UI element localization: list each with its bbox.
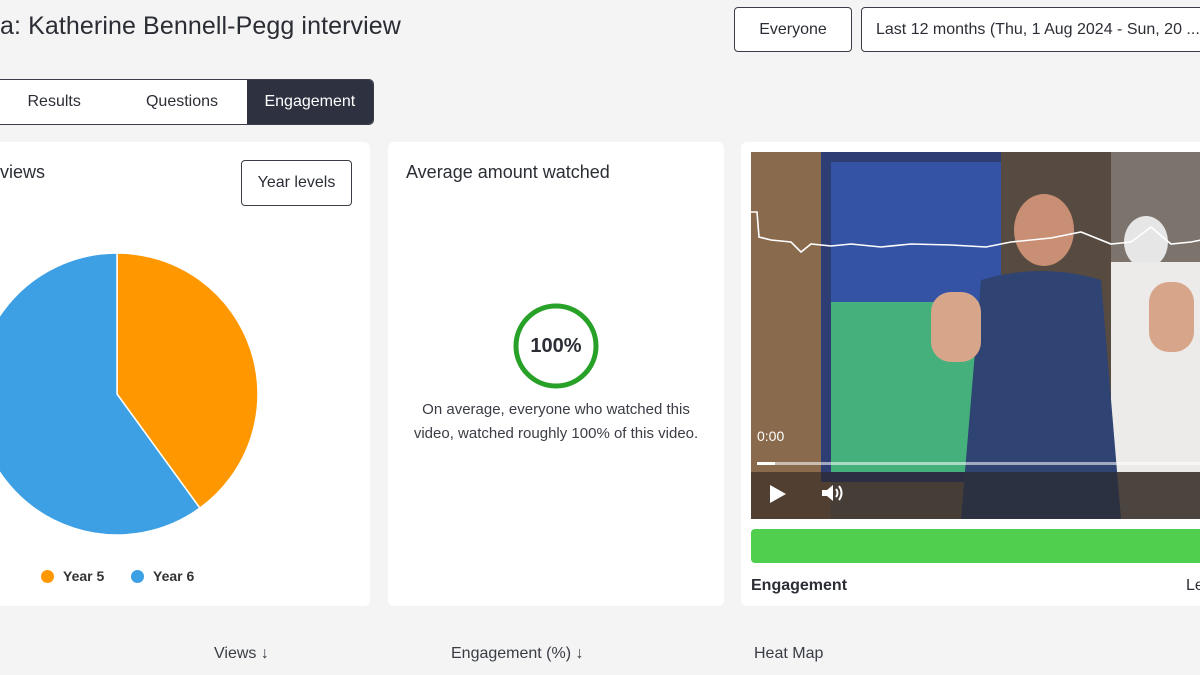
legend-label-truncated: Le (1186, 577, 1200, 594)
play-icon[interactable] (769, 484, 787, 504)
date-range-button[interactable]: Last 12 months (Thu, 1 Aug 2024 - Sun, 2… (861, 7, 1200, 52)
legend-year-6[interactable]: Year 6 (131, 568, 194, 584)
legend-dot-year-6 (131, 569, 144, 583)
video-progress-fill (757, 462, 776, 465)
average-watched-description: On average, everyone who watched this vi… (413, 401, 699, 442)
audience-filter-button[interactable]: Everyone (734, 7, 852, 52)
legend-dot-year-5 (41, 569, 54, 583)
average-watched-card: Average amount watched 100% On average, … (388, 142, 724, 606)
legend-label-year-5: Year 5 (63, 568, 105, 584)
tab-questions[interactable]: Questions (117, 80, 246, 124)
year-levels-button[interactable]: Year levels (241, 160, 352, 206)
volume-icon[interactable] (821, 483, 845, 503)
views-pie-chart (0, 252, 259, 536)
legend-year-5[interactable]: Year 5 (41, 568, 104, 584)
views-card-title: views (0, 162, 46, 182)
report-tabs: Results Questions Engagement (0, 79, 374, 125)
average-watched-title: Average amount watched (406, 162, 610, 182)
percent-label: 100% (530, 334, 582, 357)
engagement-label: Engagement (751, 577, 848, 594)
column-header-engagement[interactable]: Engagement (%) ↓ (451, 645, 584, 663)
tab-results[interactable]: Results (0, 80, 117, 124)
legend-label-year-6: Year 6 (153, 568, 195, 584)
video-player[interactable]: 0:00 (751, 152, 1200, 519)
engagement-heat-bar (751, 529, 1200, 563)
views-card: views Year levels Year 5 Year 6 (0, 142, 370, 606)
video-progress-bar[interactable] (757, 462, 1200, 465)
tab-engagement[interactable]: Engagement (246, 80, 373, 124)
column-header-views[interactable]: Views ↓ (214, 645, 269, 663)
column-header-heat-map[interactable]: Heat Map (754, 645, 823, 663)
video-time: 0:00 (757, 428, 785, 444)
video-card: 0:00 Engagement Le (741, 142, 1200, 606)
page-title: a: Katherine Bennell-Pegg interview (0, 12, 401, 40)
